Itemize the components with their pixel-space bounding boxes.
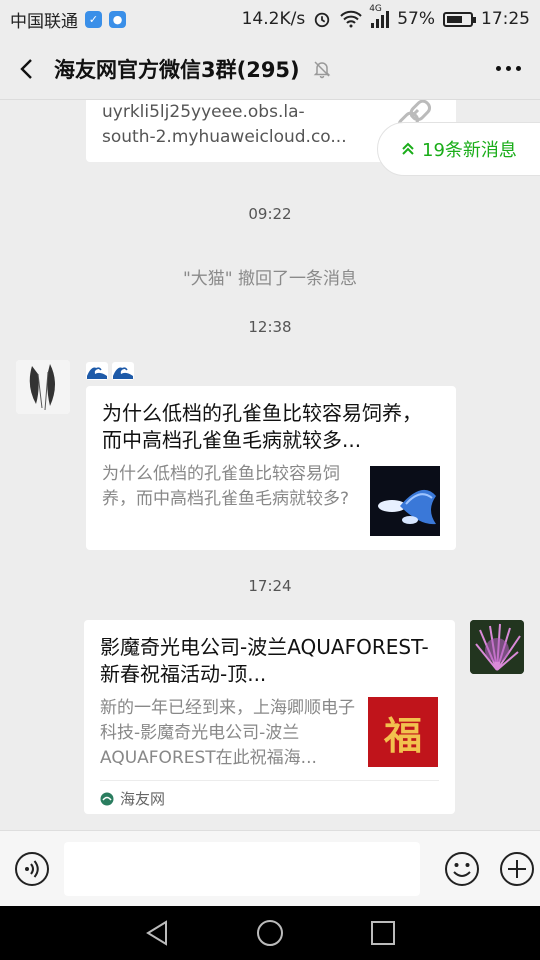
article-source-row: 海友网 <box>100 780 439 816</box>
carrier-label: 中国联通 <box>10 11 78 32</box>
chat-header: 海友网官方微信3群(295) <box>0 38 540 100</box>
coral-avatar-image <box>470 620 524 674</box>
timestamp: 12:38 <box>248 318 292 336</box>
chat-notification-icon: ● <box>109 10 126 28</box>
message-input[interactable] <box>64 841 420 896</box>
status-bar: 中国联通 ✓ ● 14.2K/s 4G 57% 17:25 <box>0 0 540 38</box>
new-messages-label: 19条新消息 <box>422 140 517 161</box>
chat-message-list[interactable]: uyrkli5lj25yyeee.obs.la- south-2.myhuawe… <box>0 100 540 830</box>
article-title: 影魔奇光电公司-波兰AQUAFOREST-新春祝福活动-顶... <box>100 635 429 686</box>
chat-title: 海友网官方微信3群(295) <box>54 57 300 82</box>
recall-notice: "大猫" 撤回了一条消息 <box>182 269 358 289</box>
article-message-card[interactable]: 为什么低档的孔雀鱼比较容易饲养，而中高档孔雀鱼毛病就较多... 为什么低档的孔雀… <box>86 386 456 550</box>
nav-recents-icon[interactable] <box>368 918 398 948</box>
source-logo-icon <box>100 792 114 805</box>
mute-bell-icon <box>313 60 330 78</box>
chevron-left-icon <box>20 58 32 79</box>
timestamp: 09:22 <box>248 205 292 223</box>
plus-circle-icon <box>500 851 534 886</box>
article-title: 为什么低档的孔雀鱼比较容易饲养，而中高档孔雀鱼毛病就较多... <box>102 401 422 452</box>
nav-home-icon[interactable] <box>255 918 285 948</box>
wifi-icon <box>340 10 362 28</box>
article-thumbnail: 福 <box>368 697 438 767</box>
dot-icon <box>505 66 511 71</box>
link-text-line: uyrkli5lj25yyeee.obs.la- <box>102 102 305 122</box>
new-messages-button[interactable]: 19条新消息 <box>377 122 540 176</box>
voice-button[interactable] <box>0 831 64 907</box>
timestamp: 17:24 <box>248 577 292 595</box>
dot-icon <box>515 66 521 71</box>
voice-icon <box>15 851 49 886</box>
clock: 17:25 <box>481 9 530 29</box>
alarm-icon <box>315 12 330 28</box>
fu-character: 福 <box>383 712 422 758</box>
shared-article-card[interactable]: 影魔奇光电公司-波兰AQUAFOREST-新春祝福活动-顶... 新的一年已经到… <box>84 620 455 814</box>
signal-icon: 4G <box>369 4 390 28</box>
double-chevron-up-icon <box>402 142 414 155</box>
more-options-button[interactable] <box>476 38 540 100</box>
dot-icon <box>495 66 501 71</box>
nav-back-icon[interactable] <box>142 918 172 948</box>
emoji-button[interactable] <box>430 831 494 907</box>
battery-percent: 57% <box>397 9 435 29</box>
network-type: 4G <box>369 4 382 14</box>
smiley-icon <box>445 851 479 886</box>
net-speed: 14.2K/s <box>241 9 306 29</box>
own-avatar[interactable] <box>470 620 524 674</box>
article-thumbnail <box>370 466 440 536</box>
battery-icon <box>443 11 476 27</box>
app-notification-icon: ✓ <box>85 10 102 28</box>
article-description: 为什么低档的孔雀鱼比较容易饲养，而中高档孔雀鱼毛病就较多? <box>102 464 350 509</box>
more-functions-button[interactable] <box>494 831 540 907</box>
system-nav-bar <box>0 906 540 960</box>
article-description: 新的一年已经到来，上海卿顺电子科技-影魔奇光电公司-波兰AQUAFOREST在此… <box>100 698 355 768</box>
angelfish-avatar-image <box>16 360 70 414</box>
sender-nickname <box>86 362 134 380</box>
guppy-image <box>378 489 436 525</box>
article-source: 海友网 <box>120 790 166 808</box>
wave-emoji-icon <box>112 362 134 380</box>
back-button[interactable] <box>0 38 54 100</box>
wave-emoji-icon <box>86 362 108 380</box>
message-input-bar <box>0 830 540 906</box>
sender-avatar[interactable] <box>16 360 70 414</box>
